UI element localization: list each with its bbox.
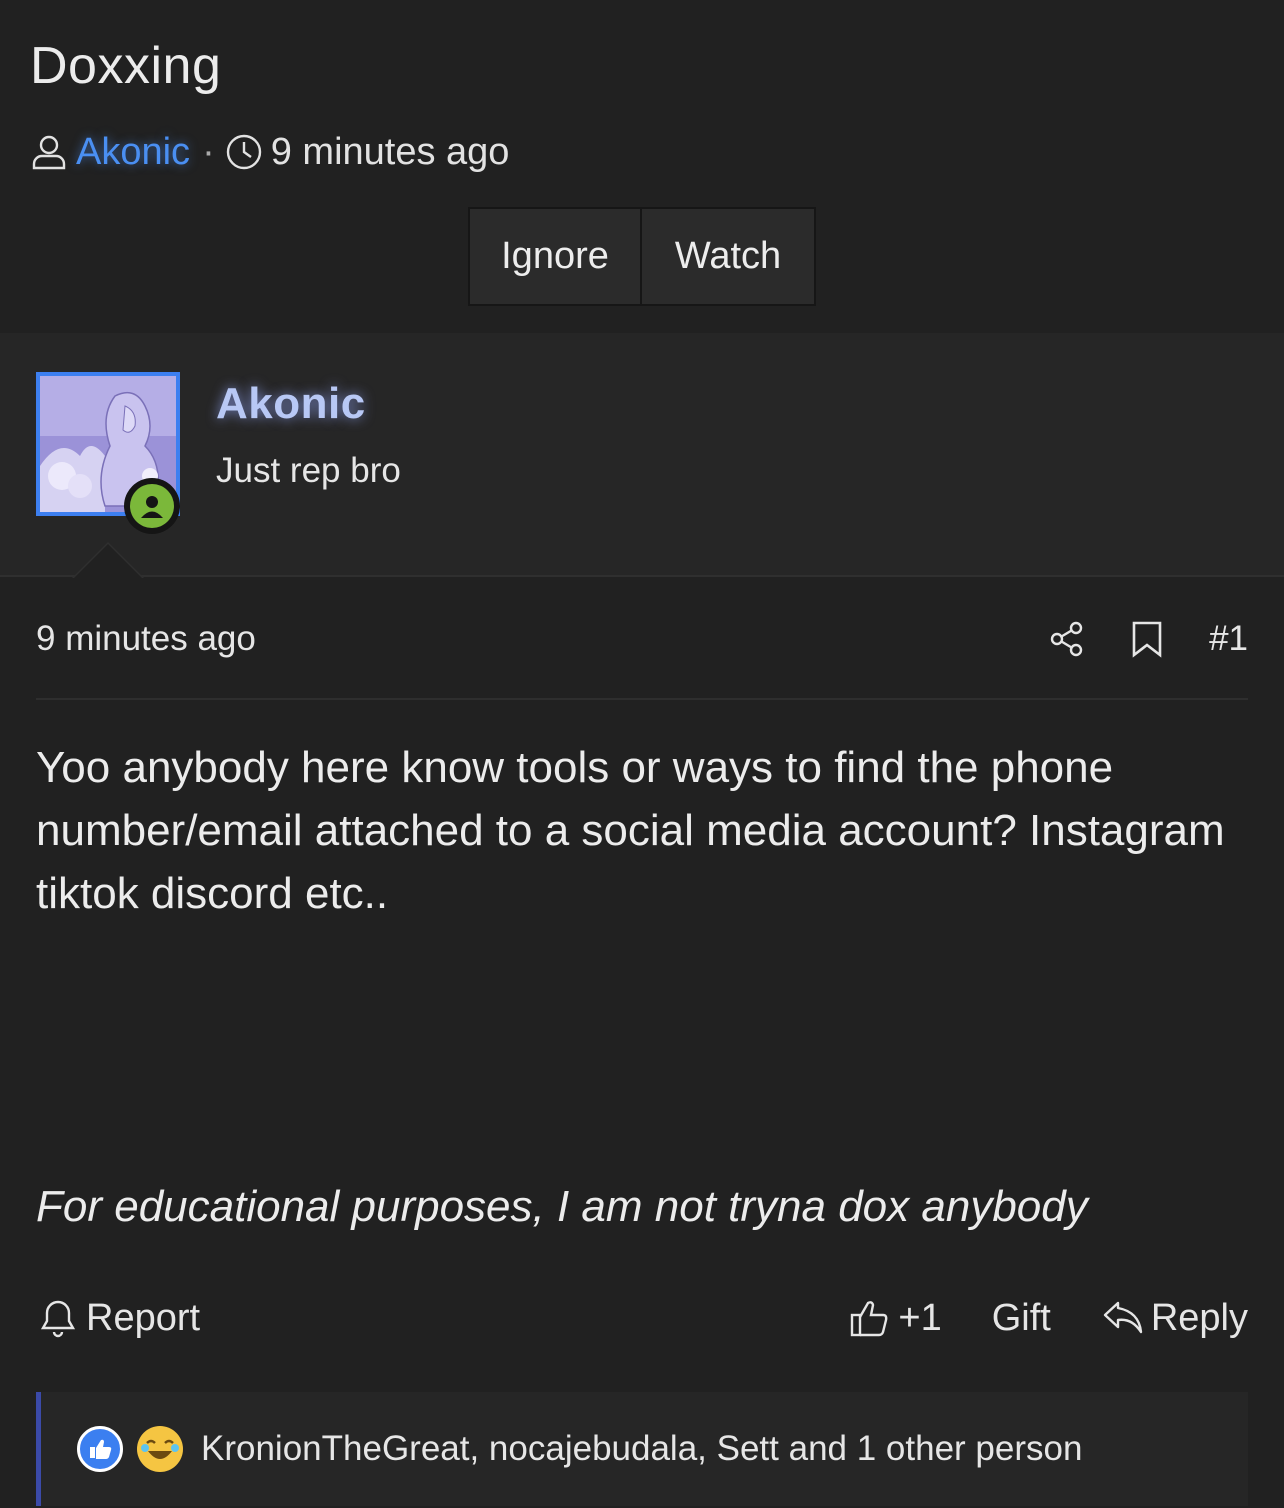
user-title: Just rep bro bbox=[216, 451, 401, 490]
reactions-bar: KronionTheGreat, nocajebudala, Sett and … bbox=[36, 1392, 1248, 1506]
reply-button[interactable]: Reply bbox=[1101, 1296, 1248, 1340]
bookmark-icon[interactable] bbox=[1127, 619, 1167, 659]
reply-label: Reply bbox=[1150, 1296, 1248, 1339]
gift-label: Gift bbox=[991, 1296, 1051, 1339]
bell-icon bbox=[36, 1296, 80, 1340]
thumbs-up-icon bbox=[848, 1296, 892, 1340]
post-footer: Report +1 Gift Reply bbox=[36, 1290, 1248, 1346]
report-label: Report bbox=[86, 1296, 201, 1339]
report-button[interactable]: Report bbox=[36, 1296, 200, 1340]
reactions-text[interactable]: KronionTheGreat, nocajebudala, Sett and … bbox=[201, 1429, 1082, 1469]
thread-button-group: Ignore Watch bbox=[468, 207, 816, 306]
ignore-button[interactable]: Ignore bbox=[470, 209, 642, 304]
post-meta-bar: 9 minutes ago #1 bbox=[36, 610, 1248, 668]
post-meta-actions: #1 bbox=[1007, 619, 1248, 659]
clock-icon bbox=[225, 133, 263, 171]
meta-separator: · bbox=[202, 130, 215, 173]
like-reaction-icon bbox=[77, 1426, 123, 1472]
thread-title: Doxxing bbox=[30, 37, 222, 95]
post-user-block: Akonic Just rep bro bbox=[0, 333, 1284, 577]
post-time[interactable]: 9 minutes ago bbox=[36, 619, 256, 659]
post-divider bbox=[36, 698, 1248, 700]
gift-button[interactable]: Gift bbox=[992, 1297, 1051, 1340]
share-icon[interactable] bbox=[1047, 619, 1087, 659]
post-username[interactable]: Akonic bbox=[216, 379, 366, 429]
footer-right-actions: +1 Gift Reply bbox=[798, 1296, 1248, 1340]
laugh-reaction-icon bbox=[137, 1426, 183, 1472]
thread-header: Doxxing Akonic · 9 minutes ago Ignore Wa… bbox=[0, 0, 1284, 333]
user-icon bbox=[30, 133, 68, 171]
post-italic-note: For educational purposes, I am not tryna… bbox=[36, 1182, 1088, 1231]
thread-time: 9 minutes ago bbox=[270, 130, 510, 173]
like-button[interactable]: +1 bbox=[848, 1296, 942, 1340]
thread-author-link[interactable]: Akonic bbox=[76, 131, 190, 174]
thread-meta: Akonic · 9 minutes ago bbox=[30, 128, 509, 176]
notch bbox=[74, 544, 142, 578]
online-user-icon bbox=[141, 496, 163, 518]
thread-page: Doxxing Akonic · 9 minutes ago Ignore Wa… bbox=[0, 0, 1284, 1508]
watch-button[interactable]: Watch bbox=[642, 209, 814, 304]
like-label: +1 bbox=[898, 1296, 942, 1339]
online-status-badge bbox=[124, 478, 180, 534]
post-number-link[interactable]: #1 bbox=[1209, 619, 1248, 659]
reply-icon bbox=[1101, 1296, 1145, 1340]
post-body: Yoo anybody here know tools or ways to f… bbox=[36, 743, 1225, 918]
